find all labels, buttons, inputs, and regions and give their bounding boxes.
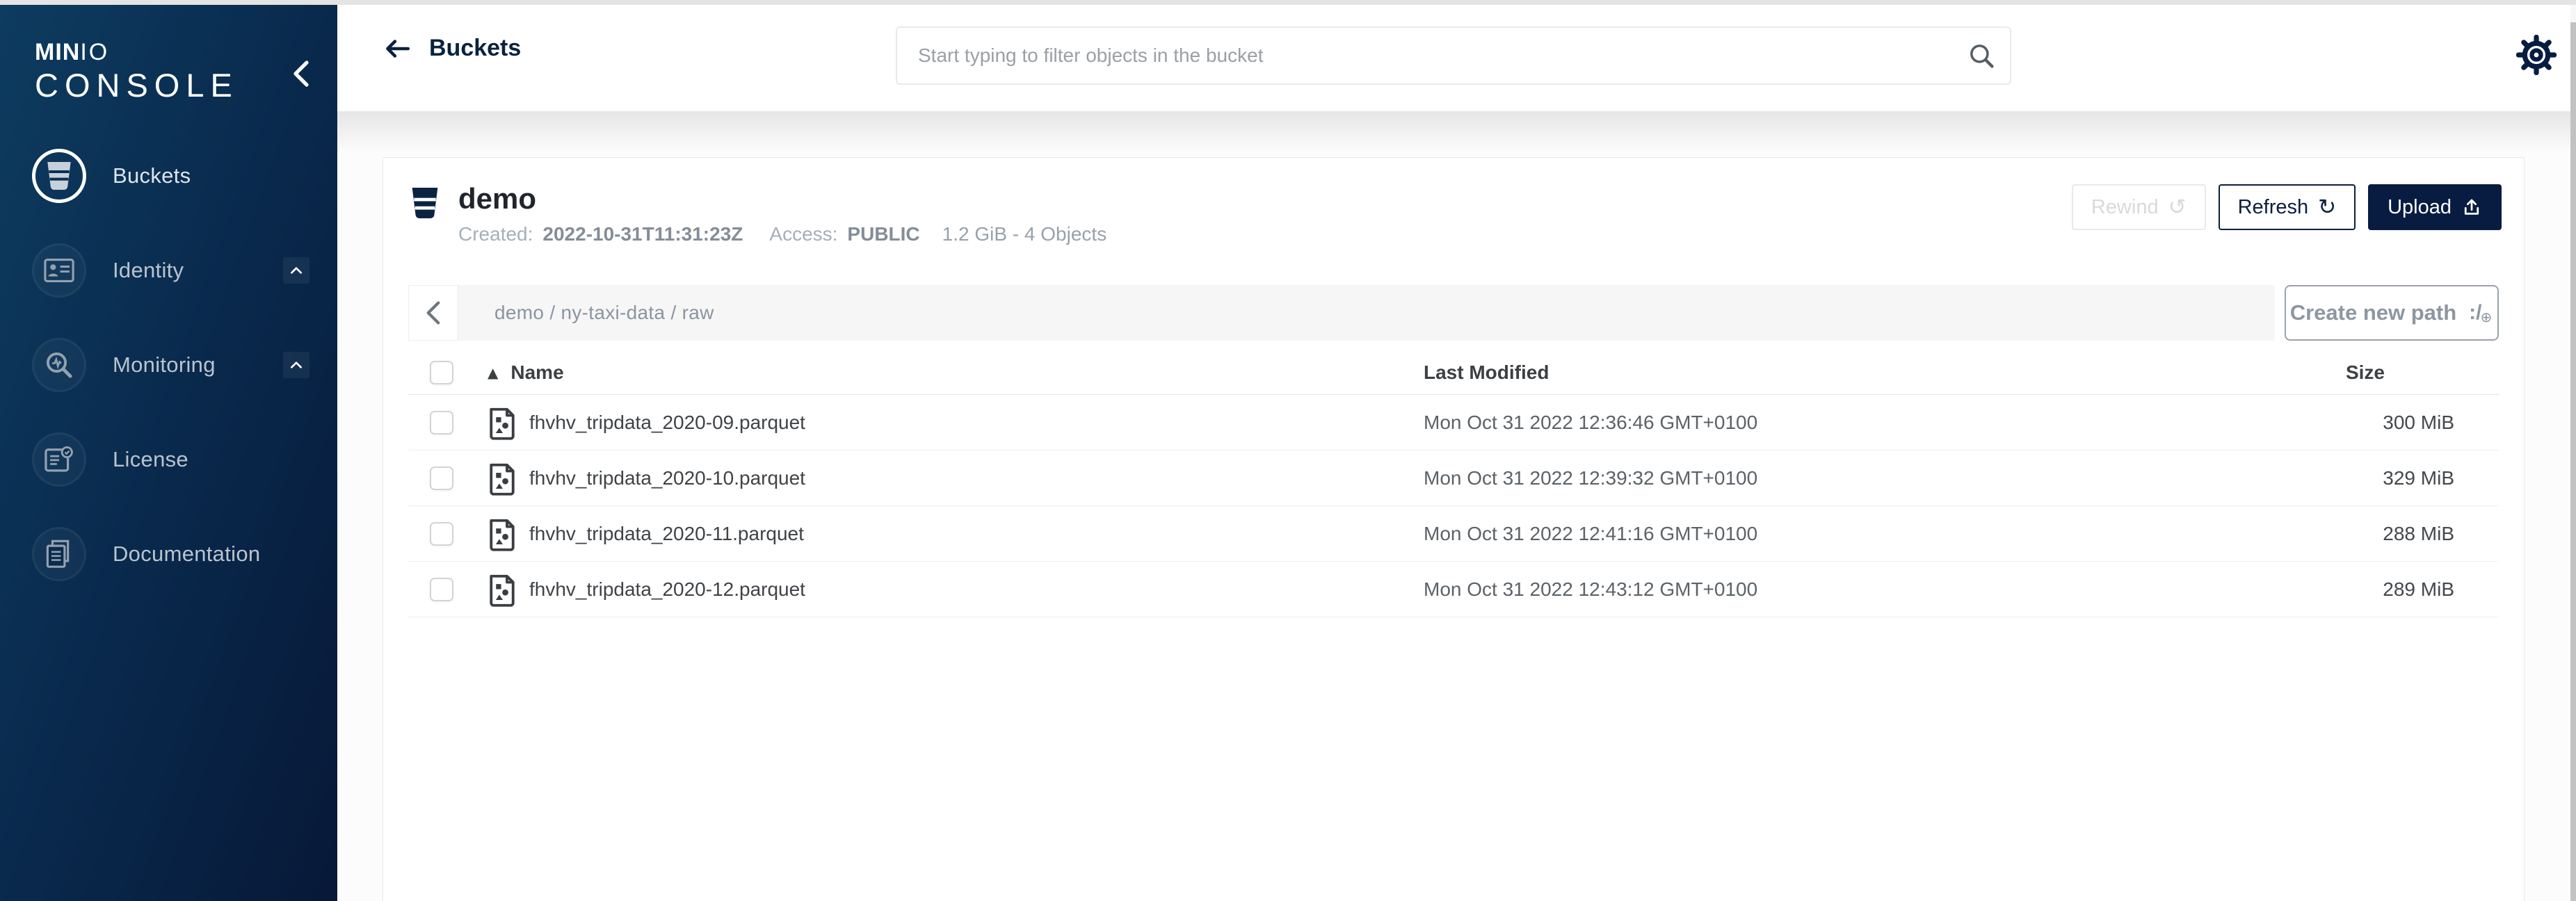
identity-expand-toggle[interactable]: [283, 257, 309, 284]
path-bar: demo / ny-taxi-data / raw Create new pat…: [408, 285, 2499, 341]
window-top-edge: [0, 0, 2576, 5]
access-value: PUBLIC: [847, 223, 919, 245]
object-file-icon: [488, 405, 517, 440]
row-checkbox[interactable]: [430, 466, 453, 490]
breadcrumb[interactable]: demo / ny-taxi-data / raw: [458, 285, 2275, 341]
create-path-icon: :/⊕: [2469, 301, 2493, 325]
object-size: 288 MiB: [2153, 523, 2499, 545]
upload-icon: [2461, 197, 2482, 218]
identity-icon: [32, 243, 86, 298]
sidebar-item-label: Identity: [113, 258, 283, 283]
documentation-icon: [32, 527, 86, 581]
bucket-header: demo Created: 2022-10-31T11:31:23Z Acces…: [408, 183, 2502, 261]
bucket-title-block: demo Created: 2022-10-31T11:31:23Z Acces…: [458, 183, 1106, 261]
bucket-name: demo: [458, 183, 1106, 215]
object-size: 329 MiB: [2153, 467, 2499, 489]
top-header: Buckets: [337, 0, 2576, 111]
bucket-meta: Created: 2022-10-31T11:31:23Z Access: PU…: [458, 223, 1106, 245]
upload-button[interactable]: Upload: [2368, 184, 2502, 230]
row-checkbox[interactable]: [430, 411, 453, 435]
monitoring-expand-toggle[interactable]: [283, 352, 309, 378]
header-back-title: Buckets: [382, 35, 521, 62]
bucket-summary: 1.2 GiB - 4 Objects: [942, 223, 1107, 245]
breadcrumb-path: demo / ny-taxi-data / raw: [494, 302, 714, 324]
path-back-button[interactable]: [408, 285, 458, 341]
object-name: fhvhv_tripdata_2020-09.parquet: [529, 412, 805, 434]
bucket-icon: [410, 186, 440, 261]
sidebar-collapse-icon[interactable]: [293, 60, 311, 88]
refresh-icon: ↻: [2318, 197, 2336, 218]
search-icon: [1967, 41, 1996, 70]
table-row[interactable]: fhvhv_tripdata_2020-09.parquet Mon Oct 3…: [408, 395, 2499, 450]
minio-logo: MINIO CONSOLE: [0, 0, 337, 102]
object-file-icon: [488, 517, 517, 551]
object-size: 300 MiB: [2153, 412, 2499, 434]
name-column-header: Name: [510, 362, 563, 384]
header-name-cell[interactable]: ▲ Name: [467, 362, 1424, 384]
create-new-path-button[interactable]: Create new path :/⊕: [2285, 285, 2499, 341]
console-wordmark: CONSOLE: [35, 68, 337, 102]
monitoring-icon: [32, 338, 86, 392]
objects-table: ▲ Name Last Modified Size: [408, 350, 2499, 617]
search-bar: [896, 26, 2011, 85]
sort-asc-icon[interactable]: ▲: [488, 364, 498, 381]
sidebar: MINIO CONSOLE Buckets: [0, 0, 337, 901]
sidebar-item-label: Documentation: [113, 542, 309, 567]
sidebar-item-license[interactable]: License: [0, 412, 337, 507]
bucket-icon: [32, 149, 86, 203]
page-title[interactable]: Buckets: [429, 35, 521, 62]
license-icon: [32, 432, 86, 487]
object-modified: Mon Oct 31 2022 12:36:46 GMT+0100: [1424, 412, 2153, 434]
object-modified: Mon Oct 31 2022 12:41:16 GMT+0100: [1424, 523, 2153, 545]
back-arrow-icon[interactable]: [382, 37, 411, 60]
object-modified: Mon Oct 31 2022 12:43:12 GMT+0100: [1424, 578, 2153, 601]
refresh-button[interactable]: Refresh ↻: [2219, 184, 2356, 230]
table-row[interactable]: fhvhv_tripdata_2020-12.parquet Mon Oct 3…: [408, 562, 2499, 617]
scrollbar-thumb[interactable]: [2570, 22, 2576, 901]
row-checkbox[interactable]: [430, 522, 453, 546]
gear-icon[interactable]: [2516, 35, 2557, 75]
table-row[interactable]: fhvhv_tripdata_2020-11.parquet Mon Oct 3…: [408, 506, 2499, 562]
sidebar-item-label: Monitoring: [113, 352, 283, 378]
access-label: Access:: [769, 223, 837, 245]
table-row[interactable]: fhvhv_tripdata_2020-10.parquet Mon Oct 3…: [408, 450, 2499, 506]
sidebar-item-documentation[interactable]: Documentation: [0, 507, 337, 601]
object-size: 289 MiB: [2153, 578, 2499, 601]
created-value: 2022-10-31T11:31:23Z: [542, 223, 743, 245]
header-checkbox-cell: [408, 361, 467, 384]
search-input[interactable]: [896, 26, 2011, 85]
sidebar-item-monitoring[interactable]: Monitoring: [0, 318, 337, 412]
sidebar-menu: Buckets Identity: [0, 129, 337, 601]
table-header-row: ▲ Name Last Modified Size: [408, 350, 2499, 395]
object-modified: Mon Oct 31 2022 12:39:32 GMT+0100: [1424, 467, 2153, 489]
rewind-icon: ↺: [2168, 197, 2187, 218]
select-all-checkbox[interactable]: [430, 361, 453, 384]
rewind-button[interactable]: Rewind ↺: [2072, 184, 2206, 230]
logo-min: MIN: [35, 39, 80, 65]
object-name: fhvhv_tripdata_2020-12.parquet: [529, 578, 805, 601]
object-file-icon: [488, 572, 517, 607]
row-checkbox[interactable]: [430, 578, 453, 601]
minio-wordmark: MINIO: [35, 40, 337, 65]
object-name: fhvhv_tripdata_2020-10.parquet: [529, 467, 805, 489]
bucket-actions: Rewind ↺ Refresh ↻ Upload: [2072, 183, 2502, 261]
header-size-cell[interactable]: Size: [2153, 362, 2499, 384]
main-area: demo Created: 2022-10-31T11:31:23Z Acces…: [337, 111, 2576, 901]
object-name: fhvhv_tripdata_2020-11.parquet: [529, 523, 804, 545]
sidebar-item-identity[interactable]: Identity: [0, 223, 337, 318]
created-label: Created:: [458, 223, 533, 245]
logo-io: IO: [80, 39, 109, 65]
sidebar-item-label: License: [113, 447, 309, 472]
minio-console-screen: MINIO CONSOLE Buckets: [0, 0, 2576, 901]
header-modified-cell[interactable]: Last Modified: [1424, 362, 2153, 384]
sidebar-item-label: Buckets: [113, 163, 309, 188]
sidebar-item-buckets[interactable]: Buckets: [0, 129, 337, 223]
object-file-icon: [488, 461, 517, 496]
bucket-panel: demo Created: 2022-10-31T11:31:23Z Acces…: [383, 157, 2525, 901]
